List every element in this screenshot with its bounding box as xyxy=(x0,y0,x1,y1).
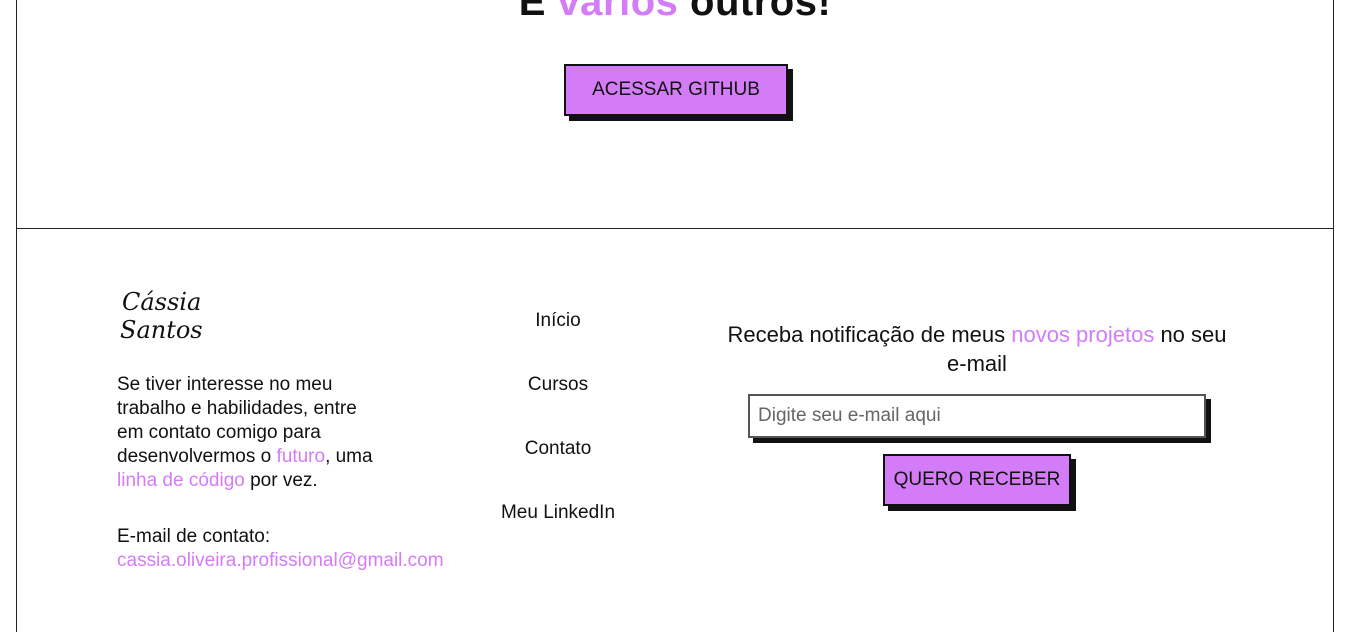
nav-item-inicio[interactable]: Início xyxy=(458,308,658,372)
subscribe-button[interactable]: QUERO RECEBER xyxy=(883,454,1071,506)
title-accent: vários xyxy=(557,0,679,24)
contact-label: E-mail de contato: xyxy=(117,526,271,547)
footer-nav: Início Cursos Contato Meu LinkedIn xyxy=(458,308,658,564)
email-input[interactable] xyxy=(748,394,1206,438)
about-accent-future: futuro xyxy=(276,446,326,467)
contact-email-link[interactable]: cassia.oliveira.profissional@gmail.com xyxy=(117,550,444,571)
logo: Cássia Santos xyxy=(120,288,203,344)
nav-item-contato[interactable]: Contato xyxy=(458,436,658,500)
title-suffix: outros! xyxy=(690,0,832,24)
about-accent-code: linha de código xyxy=(117,470,245,491)
nav-item-linkedin[interactable]: Meu LinkedIn xyxy=(458,500,658,564)
section-title: E vários outros! xyxy=(17,0,1333,26)
newsletter-accent: novos projetos xyxy=(1011,322,1155,347)
nav-item-cursos[interactable]: Cursos xyxy=(458,372,658,436)
newsletter-text: Receba notificação de meus xyxy=(727,322,1012,347)
section-divider xyxy=(17,228,1333,229)
logo-line-2: Santos xyxy=(120,316,203,344)
contact-block: E-mail de contato: cassia.oliveira.profi… xyxy=(117,525,444,573)
title-prefix: E xyxy=(518,0,546,24)
newsletter-heading: Receba notificação de meus novos projeto… xyxy=(717,320,1237,378)
logo-line-1: Cássia xyxy=(122,288,202,316)
about-text: Se tiver interesse no meu trabalho e hab… xyxy=(117,373,377,493)
about-text-part: por vez. xyxy=(244,470,318,491)
about-text-part: , uma xyxy=(325,446,373,467)
page-frame: E vários outros! ACESSAR GITHUB Cássia S… xyxy=(16,0,1334,632)
github-button[interactable]: ACESSAR GITHUB xyxy=(564,64,788,116)
